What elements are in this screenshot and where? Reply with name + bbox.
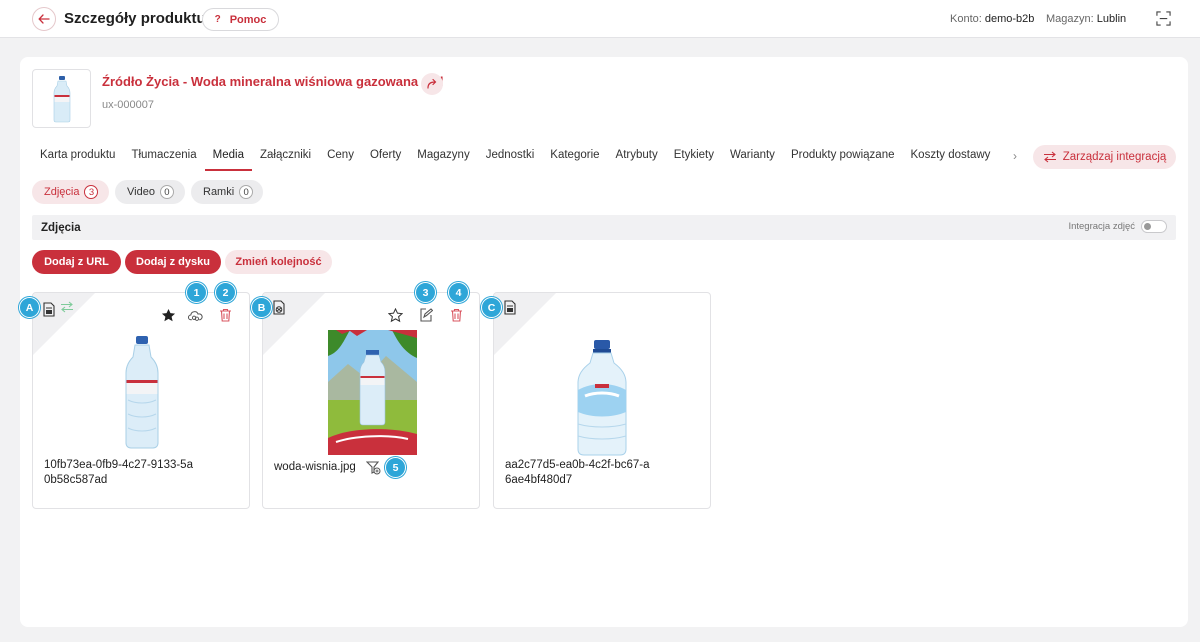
filter-add-icon[interactable]: [365, 460, 381, 476]
media-type-tabs: Zdjęcia 3 Video 0 Ramki 0: [32, 180, 263, 204]
tab-magazyny[interactable]: Magazyny: [409, 143, 477, 169]
tab-oferty[interactable]: Oferty: [362, 143, 409, 169]
tab-produkty-powiazane[interactable]: Produkty powiązane: [783, 143, 903, 169]
media-file-name: 10fb73ea-0fb9-4c27-9133-5a0b58c587ad: [44, 459, 193, 486]
marker-badge-3: 3: [415, 282, 436, 303]
image-file-icon: [271, 299, 287, 315]
media-item: aa2c77d5-ea0b-4c2f-bc67-a6ae4bf480d7: [493, 292, 711, 509]
warehouse-info: Magazyn: Lublin: [1046, 13, 1126, 25]
media-item: 10fb73ea-0fb9-4c27-9133-5a0b58c587ad: [32, 292, 250, 509]
tab-karta-produktu[interactable]: Karta produktu: [32, 143, 123, 169]
media-image[interactable]: [574, 339, 630, 457]
media-image[interactable]: [117, 333, 167, 453]
star-outline-icon[interactable]: [387, 307, 403, 323]
tab-ceny[interactable]: Ceny: [319, 143, 362, 169]
subtab-zdjecia[interactable]: Zdjęcia 3: [32, 180, 109, 204]
help-label: Pomoc: [229, 13, 267, 26]
media-file-name: aa2c77d5-ea0b-4c2f-bc67-a6ae4bf480d7: [505, 459, 650, 486]
back-button[interactable]: [32, 7, 56, 31]
media-item: woda-wisnia.jpg: [262, 292, 480, 509]
tab-warianty[interactable]: Warianty: [722, 143, 783, 169]
marker-badge-5: 5: [385, 457, 406, 478]
count-badge: 0: [239, 185, 254, 199]
subtab-ramki[interactable]: Ramki 0: [191, 180, 263, 204]
warehouse-value: Lublin: [1096, 13, 1127, 25]
subtab-label: Ramki: [203, 186, 235, 198]
image-file-icon: [502, 299, 518, 315]
star-filled-icon[interactable]: [160, 307, 176, 323]
photos-section-header: Zdjęcia Integracja zdjęć: [32, 215, 1176, 240]
share-arrow-icon: [427, 78, 437, 89]
product-name: Źródło Życia - Woda mineralna wiśniowa g…: [102, 74, 444, 89]
tab-media[interactable]: Media: [204, 143, 252, 171]
section-title: Zdjęcia: [41, 221, 81, 234]
top-bar: Szczegóły produktu ? Pomoc Konto: demo-b…: [0, 0, 1200, 38]
tab-tlumaczenia[interactable]: Tłumaczenia: [123, 143, 204, 169]
tab-jednostki[interactable]: Jednostki: [478, 143, 543, 169]
account-label: Konto:: [950, 13, 982, 25]
reorder-button[interactable]: Zmień kolejność: [225, 250, 332, 274]
toggle-label: Integracja zdjęć: [1068, 221, 1135, 232]
open-external-button[interactable]: [421, 73, 443, 95]
trash-icon[interactable]: [448, 307, 464, 323]
tab-kategorie[interactable]: Kategorie: [542, 143, 607, 169]
image-file-icon: [41, 301, 57, 317]
bottle-image: [53, 75, 70, 122]
marker-badge-4: 4: [448, 282, 469, 303]
count-badge: 0: [159, 185, 174, 199]
help-button[interactable]: ? Pomoc: [202, 8, 279, 31]
subtab-video[interactable]: Video 0: [115, 180, 185, 204]
add-from-url-button[interactable]: Dodaj z URL: [32, 250, 121, 274]
account-value: demo-b2b: [984, 13, 1035, 25]
edit-icon[interactable]: [418, 307, 434, 323]
add-from-disk-button[interactable]: Dodaj z dysku: [125, 250, 221, 274]
cloud-link-icon[interactable]: [187, 307, 203, 323]
tab-etykiety[interactable]: Etykiety: [666, 143, 722, 169]
photo-integration-toggle[interactable]: [1141, 220, 1167, 233]
manage-integration-button[interactable]: Zarządzaj integracją: [1033, 145, 1176, 169]
warehouse-label: Magazyn:: [1046, 13, 1094, 25]
manage-integration-label: Zarządzaj integracją: [1062, 151, 1167, 163]
photo-integration-toggle-wrap: Integracja zdjęć: [1068, 220, 1167, 233]
subtab-label: Video: [127, 186, 155, 198]
subtab-label: Zdjęcia: [44, 186, 80, 198]
sync-arrows-icon: [59, 299, 75, 315]
media-image[interactable]: [327, 329, 417, 455]
marker-badge-b: B: [251, 297, 272, 318]
scan-icon[interactable]: [1156, 11, 1171, 26]
marker-badge-c: C: [481, 297, 502, 318]
count-badge: 3: [84, 185, 99, 199]
trash-icon[interactable]: [217, 307, 233, 323]
tab-koszty-dostawy[interactable]: Koszty dostawy: [903, 143, 999, 169]
marker-badge-a: A: [19, 297, 40, 318]
swap-arrows-icon: [1043, 151, 1056, 163]
account-info: Konto: demo-b2b: [950, 13, 1034, 25]
product-thumbnail: [32, 69, 91, 128]
product-card: Źródło Życia - Woda mineralna wiśniowa g…: [20, 57, 1188, 627]
tab-zalaczniki[interactable]: Załączniki: [252, 143, 319, 169]
marker-badge-2: 2: [215, 282, 236, 303]
chevron-right-icon[interactable]: ›: [1013, 149, 1017, 163]
marker-badge-1: 1: [186, 282, 207, 303]
product-sku: ux-000007: [102, 99, 154, 111]
tab-atrybuty[interactable]: Atrybuty: [608, 143, 666, 169]
arrow-left-icon: [38, 14, 50, 24]
question-icon: ?: [214, 14, 221, 25]
page-title: Szczegóły produktu: [64, 10, 206, 27]
tab-bar: Karta produktu Tłumaczenia Media Załączn…: [32, 143, 998, 171]
media-file-name: woda-wisnia.jpg: [274, 461, 356, 473]
photo-actions: Dodaj z URL Dodaj z dysku Zmień kolejnoś…: [32, 250, 332, 274]
